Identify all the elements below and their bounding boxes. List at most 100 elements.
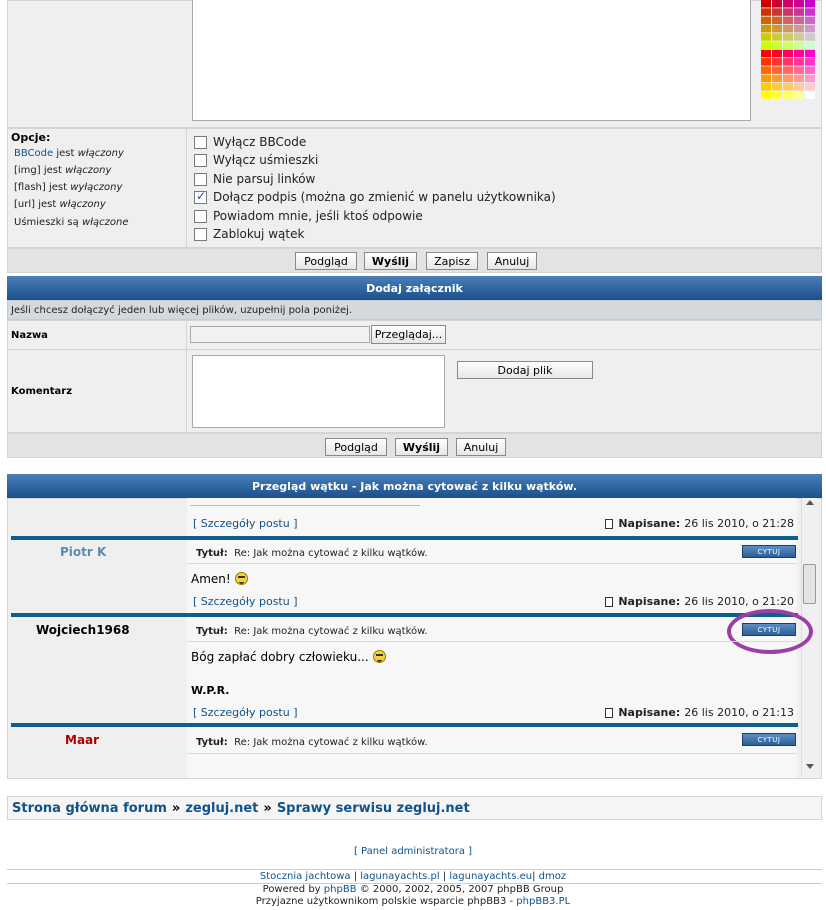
color-swatch[interactable]	[783, 91, 793, 99]
color-swatch[interactable]	[772, 33, 782, 41]
color-swatch[interactable]	[805, 74, 815, 83]
quote-button[interactable]: CYTUJ	[742, 545, 796, 558]
color-swatch[interactable]	[783, 8, 793, 16]
breadcrumb-index[interactable]: Strona główna forum	[12, 801, 167, 816]
color-swatch[interactable]	[794, 83, 804, 91]
checkbox-attach-signature[interactable]: Dołącz podpis (można go zmienić w panelu…	[194, 189, 556, 205]
color-swatch[interactable]	[761, 83, 771, 91]
file-path-input[interactable]	[190, 326, 370, 343]
color-swatch[interactable]	[805, 16, 815, 25]
color-swatch[interactable]	[761, 74, 771, 83]
post-details-link[interactable]: [ Szczegóły postu ]	[193, 517, 298, 530]
preview-button[interactable]: Podgląd	[295, 252, 357, 270]
color-palette[interactable]	[761, 0, 816, 100]
color-swatch[interactable]	[805, 83, 815, 91]
comment-textarea[interactable]	[192, 355, 445, 428]
cancel-button-2[interactable]: Anuluj	[456, 438, 506, 456]
breadcrumb-site[interactable]: zegluj.net	[185, 801, 258, 816]
color-swatch[interactable]	[761, 41, 771, 50]
color-swatch[interactable]	[772, 74, 782, 83]
color-swatch[interactable]	[805, 49, 815, 58]
color-swatch[interactable]	[794, 8, 804, 16]
color-swatch[interactable]	[783, 41, 793, 50]
quote-button[interactable]: CYTUJ	[742, 733, 796, 746]
color-swatch[interactable]	[761, 66, 771, 74]
message-textarea[interactable]	[192, 0, 751, 121]
color-swatch[interactable]	[783, 83, 793, 91]
color-swatch[interactable]	[805, 33, 815, 41]
footer-link[interactable]: Stocznia jachtowa	[260, 871, 351, 882]
post-author[interactable]: Maar	[65, 733, 99, 747]
color-swatch[interactable]	[772, 66, 782, 74]
cancel-button[interactable]: Anuluj	[487, 252, 537, 270]
color-swatch[interactable]	[805, 58, 815, 66]
color-swatch[interactable]	[772, 24, 782, 33]
color-swatch[interactable]	[761, 0, 771, 8]
color-swatch[interactable]	[794, 74, 804, 83]
color-swatch[interactable]	[794, 33, 804, 41]
color-swatch[interactable]	[761, 49, 771, 58]
admin-panel-link[interactable]: [ Panel administratora ]	[0, 846, 826, 857]
footer-link[interactable]: lagunayachts.pl	[360, 871, 439, 882]
footer-link[interactable]: dmoz	[539, 871, 566, 882]
color-swatch[interactable]	[772, 58, 782, 66]
color-swatch[interactable]	[794, 24, 804, 33]
post-details-link[interactable]: [ Szczegóły postu ]	[193, 595, 298, 608]
breadcrumb-forum[interactable]: Sprawy serwisu zegluj.net	[277, 801, 470, 816]
color-swatch[interactable]	[761, 33, 771, 41]
color-swatch[interactable]	[805, 24, 815, 33]
submit-button-2[interactable]: Wyślij	[395, 438, 448, 456]
checkbox-lock-topic[interactable]: Zablokuj wątek	[194, 226, 304, 242]
color-swatch[interactable]	[805, 8, 815, 16]
submit-button[interactable]: Wyślij	[364, 252, 417, 270]
color-swatch[interactable]	[761, 91, 771, 99]
phpbb-link[interactable]: phpBB	[324, 884, 357, 895]
color-swatch[interactable]	[772, 0, 782, 8]
color-swatch[interactable]	[783, 33, 793, 41]
scroll-down-arrow-icon[interactable]	[806, 764, 814, 769]
color-palette-grid[interactable]	[761, 0, 816, 100]
checkbox-notify[interactable]: Powiadom mnie, jeśli ktoś odpowie	[194, 208, 423, 224]
color-swatch[interactable]	[783, 49, 793, 58]
color-swatch[interactable]	[772, 8, 782, 16]
color-swatch[interactable]	[794, 66, 804, 74]
color-swatch[interactable]	[805, 91, 815, 99]
checkbox-disable-bbcode[interactable]: Wyłącz BBCode	[194, 134, 306, 150]
post-author[interactable]: Piotr K	[60, 545, 106, 559]
checkbox[interactable]	[194, 135, 207, 149]
checkbox[interactable]	[194, 227, 207, 241]
color-swatch[interactable]	[772, 83, 782, 91]
checkbox-checked[interactable]	[194, 189, 207, 204]
browse-button[interactable]: Przeglądaj...	[371, 325, 446, 344]
checkbox[interactable]	[194, 209, 207, 223]
color-swatch[interactable]	[761, 58, 771, 66]
checkbox-disable-smilies[interactable]: Wyłącz uśmieszki	[194, 152, 318, 168]
color-swatch[interactable]	[772, 41, 782, 50]
color-swatch[interactable]	[794, 0, 804, 8]
bbcode-link[interactable]: BBCode	[14, 148, 53, 159]
color-swatch[interactable]	[783, 66, 793, 74]
scroll-up-arrow-icon[interactable]	[806, 500, 814, 505]
color-swatch[interactable]	[794, 91, 804, 99]
color-swatch[interactable]	[805, 66, 815, 74]
color-swatch[interactable]	[772, 49, 782, 58]
color-swatch[interactable]	[783, 24, 793, 33]
color-swatch[interactable]	[805, 0, 815, 8]
color-swatch[interactable]	[783, 74, 793, 83]
color-swatch[interactable]	[794, 41, 804, 50]
color-swatch[interactable]	[783, 16, 793, 25]
color-swatch[interactable]	[783, 58, 793, 66]
checkbox[interactable]	[194, 172, 207, 186]
checkbox[interactable]	[194, 153, 207, 167]
phpbb3pl-link[interactable]: phpBB3.PL	[516, 896, 570, 907]
color-swatch[interactable]	[761, 16, 771, 25]
save-button[interactable]: Zapisz	[426, 252, 478, 270]
color-swatch[interactable]	[794, 16, 804, 25]
color-swatch[interactable]	[794, 58, 804, 66]
scrollbar-thumb[interactable]	[803, 564, 816, 604]
color-swatch[interactable]	[772, 91, 782, 99]
color-swatch[interactable]	[794, 49, 804, 58]
add-file-button[interactable]: Dodaj plik	[457, 361, 593, 379]
color-swatch[interactable]	[772, 16, 782, 25]
preview-button-2[interactable]: Podgląd	[325, 438, 387, 456]
